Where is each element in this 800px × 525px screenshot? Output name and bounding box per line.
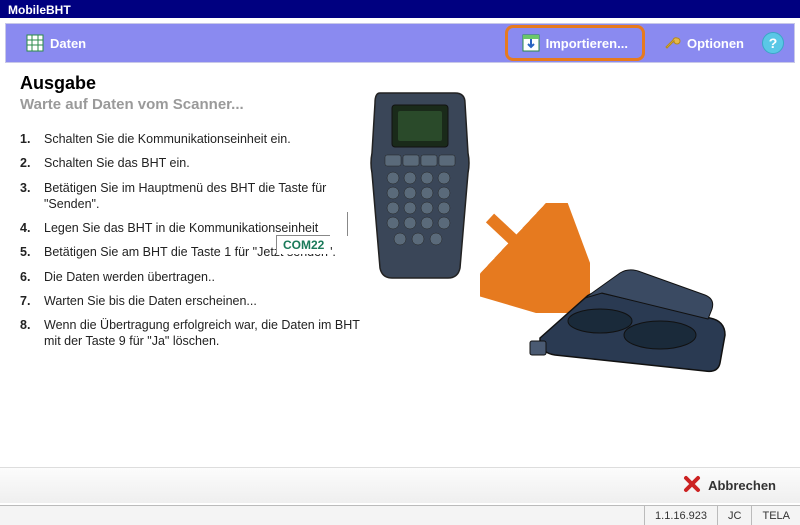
com-port-label: COM22 (276, 235, 330, 254)
importieren-button[interactable]: Importieren... (512, 30, 638, 56)
cradle-device-image (520, 243, 740, 386)
cancel-label: Abbrechen (708, 478, 776, 493)
daten-label: Daten (50, 36, 86, 51)
footer-bar: Abbrechen (0, 467, 800, 503)
window-title: MobileBHT (8, 3, 71, 17)
scanner-device-image (360, 83, 480, 286)
status-version: 1.1.16.923 (644, 506, 717, 525)
wrench-icon (663, 34, 681, 52)
importieren-label: Importieren... (546, 36, 628, 51)
daten-button[interactable]: Daten (16, 30, 96, 56)
optionen-button[interactable]: Optionen (653, 30, 754, 56)
importieren-highlight: Importieren... (505, 25, 645, 61)
content-area: Ausgabe Warte auf Daten vom Scanner... 1… (0, 63, 800, 473)
status-user: JC (717, 506, 751, 525)
optionen-label: Optionen (687, 36, 744, 51)
grid-icon (26, 34, 44, 52)
help-icon[interactable]: ? (762, 32, 784, 54)
toolbar: Daten Importieren... Optionen ? (5, 23, 795, 63)
status-db: TELA (751, 506, 800, 525)
window-titlebar: MobileBHT (0, 0, 800, 18)
status-bar: 1.1.16.923 JC TELA (0, 505, 800, 525)
cancel-icon (682, 474, 702, 497)
import-icon (522, 34, 540, 52)
cancel-button[interactable]: Abbrechen (670, 468, 788, 503)
